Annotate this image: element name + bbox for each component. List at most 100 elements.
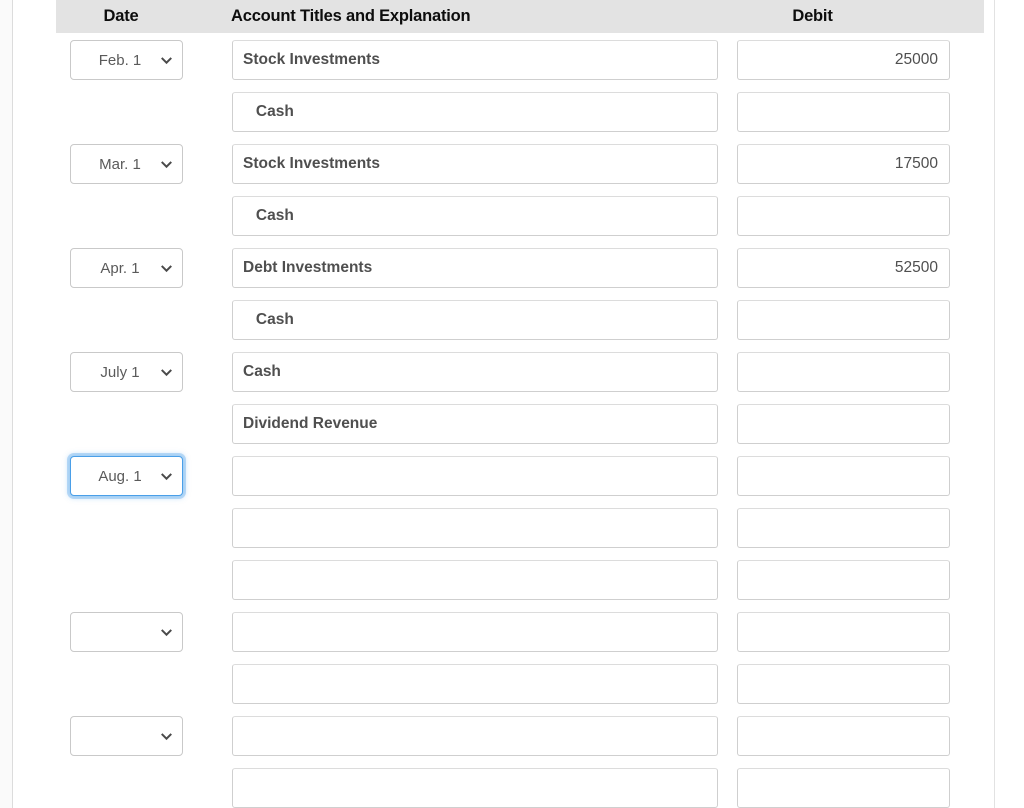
account-title-input-5[interactable]: Cash bbox=[232, 300, 718, 340]
debit-amount-input-2[interactable]: 17500 bbox=[737, 144, 950, 184]
date-select-value: Apr. 1 bbox=[100, 259, 140, 277]
debit-amount-input-10[interactable] bbox=[737, 560, 950, 600]
account-title-input-9[interactable] bbox=[232, 508, 718, 548]
chevron-down-icon bbox=[161, 732, 172, 740]
debit-amount-input-9[interactable] bbox=[737, 508, 950, 548]
account-title-input-14[interactable] bbox=[232, 768, 718, 808]
table-body: Feb. 1 Stock Investments 25000 Cash Mar. 1 S… bbox=[56, 33, 984, 808]
cell-debit: 25000 bbox=[716, 40, 971, 80]
cell-debit bbox=[716, 508, 971, 548]
date-select-2[interactable]: Mar. 1 bbox=[70, 144, 183, 184]
table-row bbox=[56, 612, 984, 664]
debit-amount-input-7[interactable] bbox=[737, 404, 950, 444]
date-select-13[interactable] bbox=[70, 716, 183, 756]
cell-date: Apr. 1 bbox=[56, 248, 216, 288]
column-header-date: Date bbox=[103, 7, 139, 25]
cell-account: Cash bbox=[216, 92, 718, 132]
left-gutter bbox=[0, 0, 13, 808]
account-title-input-3[interactable]: Cash bbox=[232, 196, 718, 236]
debit-amount-input-6[interactable] bbox=[737, 352, 950, 392]
cell-account bbox=[216, 612, 718, 652]
cell-date: Feb. 1 bbox=[56, 40, 216, 80]
debit-amount-input-12[interactable] bbox=[737, 664, 950, 704]
column-header-account: Account Titles and Explanation bbox=[231, 7, 471, 25]
table-row: Apr. 1 Debt Investments 52500 bbox=[56, 248, 984, 300]
debit-amount-input-8[interactable] bbox=[737, 456, 950, 496]
cell-debit bbox=[716, 300, 971, 340]
date-select-4[interactable]: Apr. 1 bbox=[70, 248, 183, 288]
account-title-input-8[interactable] bbox=[232, 456, 718, 496]
column-header-debit: Debit bbox=[792, 7, 833, 25]
table-row: Aug. 1 bbox=[56, 456, 984, 508]
cell-account: Cash bbox=[216, 196, 718, 236]
debit-amount-input-5[interactable] bbox=[737, 300, 950, 340]
date-select-6[interactable]: July 1 bbox=[70, 352, 183, 392]
cell-debit bbox=[716, 352, 971, 392]
table-row: Cash bbox=[56, 92, 984, 144]
account-title-input-6[interactable]: Cash bbox=[232, 352, 718, 392]
account-title-input-4[interactable]: Debt Investments bbox=[232, 248, 718, 288]
table-row: Dividend Revenue bbox=[56, 404, 984, 456]
cell-account: Debt Investments bbox=[216, 248, 718, 288]
cell-date: July 1 bbox=[56, 352, 216, 392]
table-header-row: Date Account Titles and Explanation Debi… bbox=[56, 0, 984, 33]
journal-entry-page: Date Account Titles and Explanation Debi… bbox=[0, 0, 1024, 808]
table-row: Cash bbox=[56, 196, 984, 248]
cell-date bbox=[56, 612, 216, 652]
cell-debit bbox=[716, 456, 971, 496]
cell-account bbox=[216, 768, 718, 808]
chevron-down-icon bbox=[161, 160, 172, 168]
cell-debit bbox=[716, 92, 971, 132]
date-select-11[interactable] bbox=[70, 612, 183, 652]
cell-date bbox=[56, 716, 216, 756]
account-title-input-2[interactable]: Stock Investments bbox=[232, 144, 718, 184]
debit-amount-input-4[interactable]: 52500 bbox=[737, 248, 950, 288]
account-title-input-10[interactable] bbox=[232, 560, 718, 600]
cell-debit: 52500 bbox=[716, 248, 971, 288]
chevron-down-icon bbox=[161, 472, 172, 480]
cell-date: Aug. 1 bbox=[56, 456, 216, 496]
table-row bbox=[56, 716, 984, 768]
cell-account bbox=[216, 716, 718, 756]
table-row bbox=[56, 664, 984, 716]
cell-account bbox=[216, 456, 718, 496]
cell-account bbox=[216, 664, 718, 704]
debit-amount-input-1[interactable] bbox=[737, 92, 950, 132]
date-select-0[interactable]: Feb. 1 bbox=[70, 40, 183, 80]
date-select-8[interactable]: Aug. 1 bbox=[70, 456, 183, 496]
cell-account: Stock Investments bbox=[216, 40, 718, 80]
account-title-input-12[interactable] bbox=[232, 664, 718, 704]
table-row bbox=[56, 560, 984, 612]
cell-account: Cash bbox=[216, 352, 718, 392]
account-title-input-11[interactable] bbox=[232, 612, 718, 652]
cell-account: Dividend Revenue bbox=[216, 404, 718, 444]
cell-account bbox=[216, 560, 718, 600]
cell-account bbox=[216, 508, 718, 548]
cell-debit bbox=[716, 768, 971, 808]
table-row bbox=[56, 768, 984, 808]
debit-amount-input-3[interactable] bbox=[737, 196, 950, 236]
debit-amount-input-13[interactable] bbox=[737, 716, 950, 756]
right-content-edge bbox=[994, 0, 995, 808]
debit-amount-input-14[interactable] bbox=[737, 768, 950, 808]
debit-amount-input-11[interactable] bbox=[737, 612, 950, 652]
chevron-down-icon bbox=[161, 368, 172, 376]
date-select-value: Mar. 1 bbox=[99, 155, 141, 173]
cell-debit bbox=[716, 716, 971, 756]
cell-account: Cash bbox=[216, 300, 718, 340]
table-row: Mar. 1 Stock Investments 17500 bbox=[56, 144, 984, 196]
table-row bbox=[56, 508, 984, 560]
date-select-value: Aug. 1 bbox=[98, 467, 142, 485]
cell-debit bbox=[716, 560, 971, 600]
debit-amount-input-0[interactable]: 25000 bbox=[737, 40, 950, 80]
chevron-down-icon bbox=[161, 56, 172, 64]
account-title-input-1[interactable]: Cash bbox=[232, 92, 718, 132]
account-title-input-0[interactable]: Stock Investments bbox=[232, 40, 718, 80]
account-title-input-13[interactable] bbox=[232, 716, 718, 756]
cell-debit bbox=[716, 664, 971, 704]
chevron-down-icon bbox=[161, 628, 172, 636]
cell-debit: 17500 bbox=[716, 144, 971, 184]
account-title-input-7[interactable]: Dividend Revenue bbox=[232, 404, 718, 444]
table-row: July 1 Cash bbox=[56, 352, 984, 404]
table-row: Feb. 1 Stock Investments 25000 bbox=[56, 40, 984, 92]
